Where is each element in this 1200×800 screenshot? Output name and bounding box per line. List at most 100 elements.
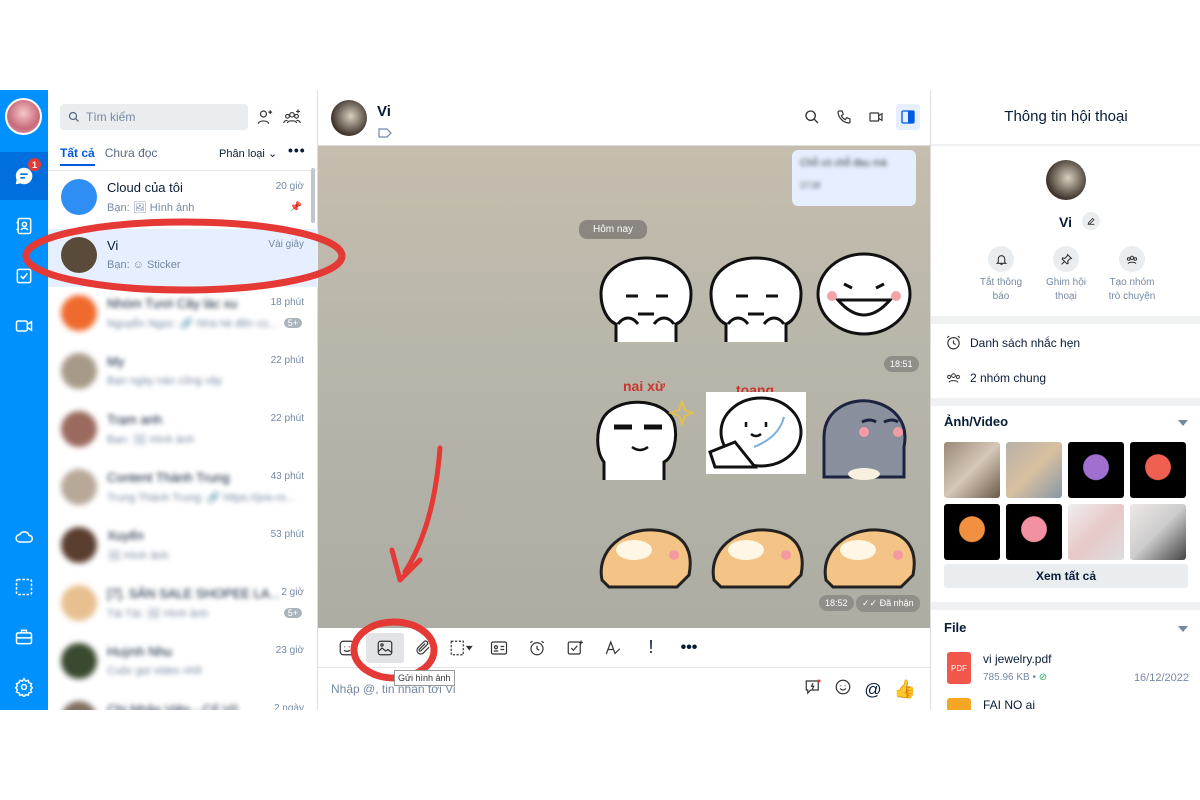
- media-thumbnail[interactable]: [1130, 504, 1186, 560]
- action-label: trò chuyện: [1108, 291, 1156, 302]
- conversation-preview: Trung Thành Trung: 🔗 https://pre-ro...: [107, 492, 295, 504]
- media-thumbnail[interactable]: [944, 442, 1000, 498]
- cloud-icon: [15, 531, 33, 543]
- nav-todo[interactable]: [0, 252, 48, 300]
- nav-screenshot[interactable]: [0, 563, 48, 611]
- conversation-avatar: [61, 527, 97, 563]
- media-thumbnail[interactable]: [1068, 442, 1124, 498]
- nav-tools[interactable]: [0, 613, 48, 661]
- file-item[interactable]: PDF vi jewelry.pdf 785.96 KB • ⊘ 16/12/2…: [945, 650, 1189, 690]
- sticker[interactable]: [818, 510, 918, 600]
- emoji-button[interactable]: [834, 678, 852, 701]
- conversation-name: [7]. SĂN SALE SHOPEE LA...: [107, 586, 281, 601]
- sticker-button[interactable]: [328, 633, 366, 663]
- conversation-item[interactable]: Nhóm Tươi Cây lác xu Nguyễn Ngọc: 🔗 Nhà …: [48, 287, 318, 345]
- screenshot-button[interactable]: [442, 633, 480, 663]
- conversation-preview: 🖼 Hình ảnh: [107, 550, 169, 562]
- conversation-item[interactable]: Huỳnh Nhu Cuộc gọi video nhỡ 23 giờ: [48, 635, 318, 693]
- conversation-item[interactable]: Xuyến 🖼 Hình ảnh 53 phút: [48, 519, 318, 577]
- conversation-name: Huỳnh Nhu: [107, 644, 173, 659]
- user-avatar[interactable]: [5, 98, 42, 135]
- media-thumbnail[interactable]: [1130, 442, 1186, 498]
- urgent-button[interactable]: !: [632, 633, 670, 663]
- sticker[interactable]: [594, 392, 694, 482]
- add-friend-button[interactable]: [254, 106, 276, 128]
- conversation-item[interactable]: [7]. SĂN SALE SHOPEE LA... Tài Tài: 🖼 Hì…: [48, 577, 318, 635]
- search-input[interactable]: Tìm kiếm: [60, 104, 248, 130]
- conversation-item[interactable]: Content Thành Trung Trung Thành Trung: 🔗…: [48, 461, 318, 519]
- media-section-title: Ảnh/Video: [944, 414, 1009, 429]
- see-all-media-button[interactable]: Xem tất cả: [944, 564, 1188, 588]
- media-thumbnail[interactable]: [944, 504, 1000, 560]
- sticker[interactable]: [596, 254, 696, 344]
- conversation-avatar: [61, 585, 97, 621]
- conversation-item[interactable]: Vi Bạn: ☺ Sticker Vài giây: [48, 229, 318, 287]
- media-thumbnail[interactable]: [1006, 504, 1062, 560]
- media-thumbnail[interactable]: [1068, 504, 1124, 560]
- conversation-item[interactable]: Cloud của tôi Bạn: 🖼 Hình ảnh 20 giờ 📌: [48, 171, 318, 229]
- video-icon: [869, 112, 883, 122]
- search-chat-button[interactable]: [800, 104, 824, 130]
- toggle-info-panel-button[interactable]: [896, 104, 920, 130]
- like-button[interactable]: 👍: [894, 679, 916, 700]
- sticker[interactable]: [594, 510, 694, 600]
- sticker[interactable]: [706, 510, 806, 600]
- add-group-icon: [1126, 255, 1138, 264]
- filter-dropdown[interactable]: Phân loại ⌄: [219, 147, 277, 160]
- groups-label: 2 nhóm chung: [970, 370, 1047, 385]
- caret-down-icon[interactable]: [1178, 626, 1188, 632]
- reminders-link[interactable]: Danh sách nhắc hẹn: [945, 334, 1080, 351]
- nav-contacts[interactable]: [0, 202, 48, 250]
- tab-all[interactable]: Tất cả: [60, 146, 95, 166]
- send-image-button[interactable]: [366, 632, 404, 663]
- conversation-name: Content Thành Trung: [107, 470, 230, 485]
- add-group-icon: [283, 109, 301, 124]
- video-call-button[interactable]: [864, 104, 888, 130]
- attach-file-button[interactable]: [404, 633, 442, 663]
- conversation-item[interactable]: My Bạn ngày nào cũng vậy 22 phút: [48, 345, 318, 403]
- contact-name[interactable]: Vi: [377, 103, 391, 120]
- conversation-avatar: [61, 353, 97, 389]
- sticker[interactable]: [814, 250, 914, 340]
- pin-icon: 📌: [289, 202, 302, 213]
- format-text-button[interactable]: [594, 633, 632, 663]
- tag-icon[interactable]: [378, 125, 392, 143]
- sticker[interactable]: [706, 254, 806, 344]
- screenshot-icon: [450, 640, 473, 655]
- common-groups-link[interactable]: 2 nhóm chung: [945, 370, 1046, 385]
- add-friend-icon: [257, 110, 273, 125]
- message-bubble[interactable]: Chỗ có chỗ đau mà 17:18: [792, 150, 916, 206]
- tab-unread[interactable]: Chưa đọc: [105, 146, 158, 166]
- delivery-status: ✓✓ Đã nhận: [856, 595, 920, 612]
- conversation-item[interactable]: Chị Nhân Viên - Cổ Vũ 2 ngày: [48, 693, 318, 710]
- conversation-time: 53 phút: [270, 529, 304, 540]
- quick-message-button[interactable]: [804, 678, 822, 701]
- nav-cloud[interactable]: [0, 513, 48, 561]
- file-item[interactable]: FAI NO ai: [945, 696, 1189, 710]
- voice-call-button[interactable]: [832, 104, 856, 130]
- conversation-preview: Cuộc gọi video nhỡ: [107, 665, 203, 677]
- message-time: 18:51: [884, 356, 919, 372]
- media-thumbnail[interactable]: [1006, 442, 1062, 498]
- sticker[interactable]: [706, 392, 806, 482]
- contact-avatar[interactable]: [331, 100, 367, 136]
- sticker[interactable]: [814, 392, 914, 482]
- edit-name-button[interactable]: [1082, 212, 1100, 230]
- conversation-time: 20 giờ: [275, 181, 304, 192]
- more-options-button[interactable]: •••: [670, 633, 708, 663]
- group-icon: [947, 373, 960, 383]
- caret-down-icon[interactable]: [1178, 420, 1188, 426]
- reminder-button[interactable]: [518, 633, 556, 663]
- mention-button[interactable]: @: [864, 680, 881, 700]
- more-button[interactable]: •••: [288, 142, 306, 158]
- nav-settings[interactable]: [0, 663, 48, 710]
- contact-card-button[interactable]: [480, 633, 518, 663]
- nav-messages[interactable]: 1: [0, 152, 48, 200]
- list-scrollbar[interactable]: [311, 168, 315, 223]
- conversation-item[interactable]: Trạm anh Bạn: 🖼 Hình ảnh 22 phút: [48, 403, 318, 461]
- create-group-button[interactable]: Tạo nhóm trò chuyện: [1092, 246, 1172, 304]
- create-group-button[interactable]: [281, 106, 303, 128]
- nav-video[interactable]: [0, 302, 48, 350]
- task-button[interactable]: [556, 633, 594, 663]
- info-avatar[interactable]: [1046, 160, 1086, 200]
